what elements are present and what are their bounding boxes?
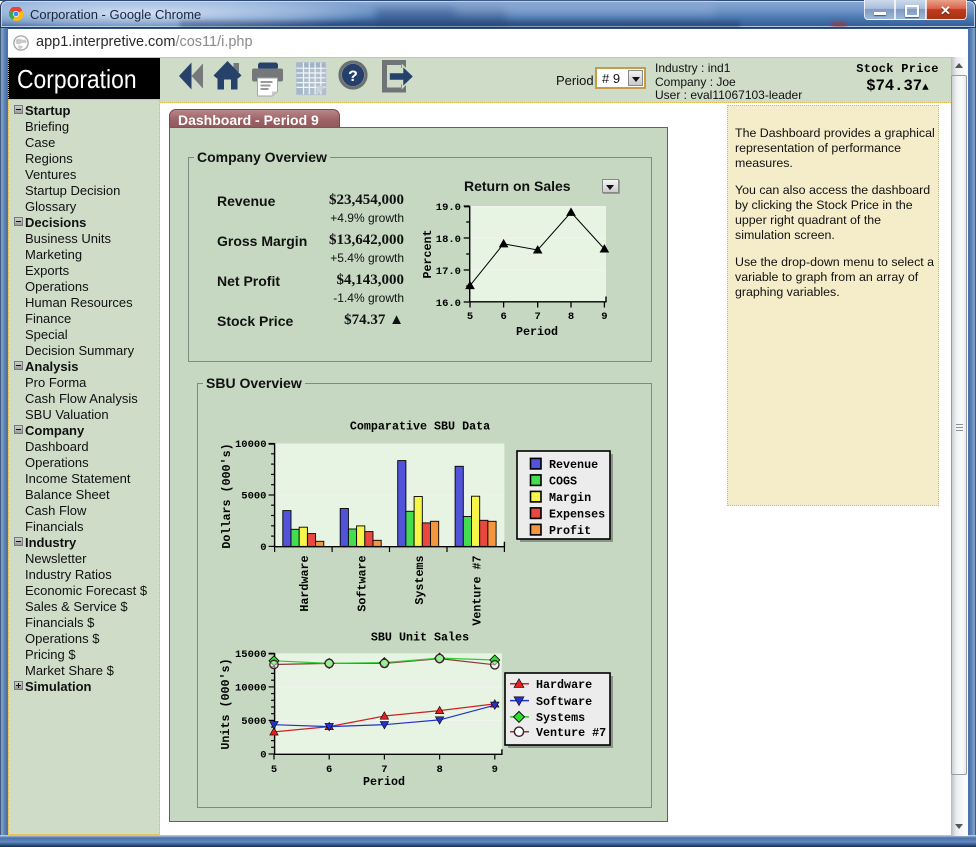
svg-text:9: 9: [492, 764, 498, 776]
svg-text:Hardware: Hardware: [298, 556, 312, 612]
svg-text:16.0: 16.0: [436, 298, 461, 310]
svg-text:7: 7: [535, 311, 541, 323]
svg-text:?: ?: [348, 68, 358, 86]
svg-text:Profit: Profit: [549, 524, 591, 538]
svg-text:5: 5: [467, 311, 473, 323]
svg-text:0: 0: [260, 750, 266, 762]
svg-text:8: 8: [436, 764, 442, 776]
svg-text:5000: 5000: [241, 491, 266, 503]
svg-text:0: 0: [260, 542, 266, 554]
svg-text:Software: Software: [355, 556, 369, 612]
svg-text:SBU Unit Sales: SBU Unit Sales: [371, 631, 469, 645]
svg-text:19.0: 19.0: [436, 202, 461, 214]
svg-text:Revenue: Revenue: [549, 458, 598, 472]
svg-text:Expenses: Expenses: [549, 507, 605, 521]
svg-text:5: 5: [271, 764, 277, 776]
svg-text:Units (000's): Units (000's): [219, 658, 233, 749]
svg-text:6: 6: [326, 764, 332, 776]
svg-text:9: 9: [601, 311, 607, 323]
svg-text:10000: 10000: [235, 439, 267, 451]
svg-text:17.0: 17.0: [436, 266, 461, 278]
svg-text:Systems: Systems: [536, 711, 585, 725]
svg-text:Period: Period: [363, 775, 405, 789]
svg-text:Period: Period: [516, 325, 558, 339]
svg-text:Hardware: Hardware: [536, 678, 592, 692]
svg-text:6: 6: [500, 311, 506, 323]
svg-text:Dollars (000's): Dollars (000's): [220, 443, 234, 548]
svg-text:Software: Software: [536, 695, 592, 709]
svg-text:Systems: Systems: [413, 556, 427, 605]
svg-text:Venture #7: Venture #7: [536, 726, 606, 740]
svg-text:COGS: COGS: [549, 474, 577, 488]
svg-text:Margin: Margin: [549, 491, 591, 505]
svg-text:5000: 5000: [241, 716, 266, 728]
svg-text:15000: 15000: [235, 649, 267, 661]
svg-text:Percent: Percent: [421, 229, 435, 278]
svg-text:Comparative SBU Data: Comparative SBU Data: [350, 420, 490, 434]
svg-text:8: 8: [568, 311, 574, 323]
svg-text:Venture #7: Venture #7: [470, 556, 484, 626]
svg-text:10000: 10000: [235, 682, 267, 694]
svg-text:18.0: 18.0: [436, 234, 461, 246]
